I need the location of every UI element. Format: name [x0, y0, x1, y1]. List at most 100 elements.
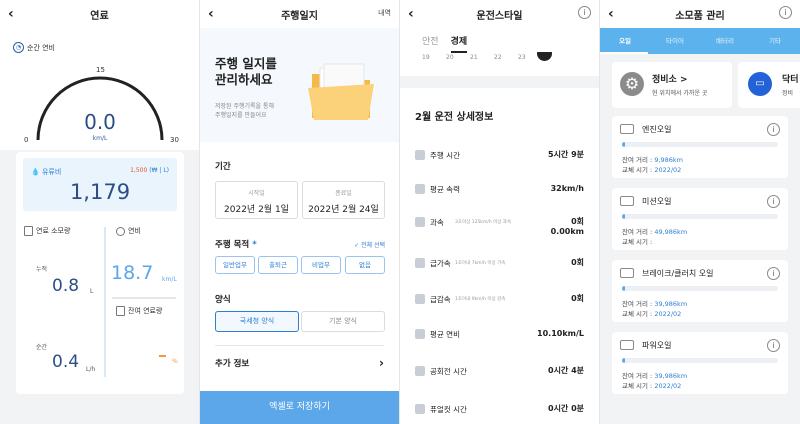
tab-etc[interactable]: 기타: [750, 28, 800, 54]
speeding-icon: [415, 217, 425, 227]
detail-row-rapid-decel: 급감속 1초이내 9km/h 이상 감속 0회: [415, 290, 584, 310]
detail-row-idle-time: 공회전 시간 0시간 4분: [415, 362, 584, 382]
consumables-header: ‹ 소모품 관리 i: [600, 0, 800, 28]
end-date-field[interactable]: 종료일 2022년 2월 24일: [302, 181, 385, 219]
chevron-right-icon: ›: [379, 356, 384, 370]
format-nts-button[interactable]: 국세청 양식: [215, 311, 299, 332]
date-item[interactable]: 21: [470, 54, 478, 61]
tab-battery[interactable]: 배터리: [700, 28, 750, 54]
efficiency-unit: km/L: [162, 276, 177, 283]
page-title: 운전스타일: [476, 10, 523, 22]
transmission-oil-card[interactable]: 미션오일 i 잔여 거리 : 49,986km 교체 시기 :: [612, 188, 788, 250]
tab-oil[interactable]: 오일: [600, 28, 650, 54]
tab-economy[interactable]: 경제: [450, 34, 468, 53]
speed-icon: [415, 184, 425, 194]
info-icon[interactable]: i: [578, 6, 591, 19]
back-arrow-icon[interactable]: ‹: [408, 6, 422, 22]
format-label: 양식: [215, 295, 231, 305]
gauge-tick-max: 30: [170, 136, 179, 144]
acceleration-icon: [415, 258, 425, 268]
power-oil-card[interactable]: 파워오일 i 잔여 거리 : 39,986km 교체 시기 : 2022/02: [612, 332, 788, 394]
cumulative-value: 0.8: [52, 276, 80, 296]
end-date-value: 2022년 2월 24일: [308, 205, 379, 215]
hero-description: 저장된 주행기록을 통해 주행일지를 만들어요: [215, 103, 275, 119]
page-title: 연료: [90, 10, 109, 22]
doctor-card[interactable]: ▭ 닥터 정비: [738, 62, 800, 108]
detail-row-avg-speed: 평균 속력 32km/h: [415, 180, 584, 200]
fuel-cost-value: 1,179: [69, 180, 131, 204]
date-item[interactable]: 19: [422, 54, 430, 61]
remaining-bar: [622, 358, 778, 363]
driving-log-screen: ‹ 주행일지 내역 주행 일지를 관리하세요 저장된 주행기록을 통해 주행일지…: [200, 0, 400, 424]
selected-date-marker[interactable]: [537, 52, 552, 61]
purpose-label: 주행 목적 *: [215, 240, 257, 250]
info-icon[interactable]: i: [779, 6, 792, 19]
save-excel-button[interactable]: 엑셀로 저장하기: [200, 391, 399, 424]
engine-oil-card[interactable]: 엔진오일 i 잔여 거리 : 9,986km 교체 시기 : 2022/02: [612, 116, 788, 178]
info-icon[interactable]: i: [767, 195, 780, 208]
hero-title: 주행 일지를 관리하세요: [215, 56, 277, 87]
remaining-bar: [622, 142, 778, 147]
start-date-value: 2022년 2월 1일: [224, 205, 289, 215]
detail-row-speeding: 과속 3초이상 125km/h 이상 과속 0회 0.00km: [415, 213, 584, 239]
remaining-distance: 잔여 거리 : 39,986km: [622, 300, 688, 308]
vertical-divider: [104, 227, 106, 377]
date-item[interactable]: 23: [518, 54, 526, 61]
select-all-button[interactable]: ✓ 전체 선택: [354, 240, 385, 249]
tab-safety[interactable]: 안전: [422, 34, 439, 53]
extra-info-row[interactable]: 추가 정보 ›: [215, 356, 384, 370]
cumulative-label: 누적: [36, 266, 48, 273]
page-title: 주행일지: [281, 10, 318, 22]
info-icon[interactable]: i: [767, 267, 780, 280]
format-basic-button[interactable]: 기본 양식: [301, 311, 385, 332]
date-item[interactable]: 20: [446, 54, 454, 61]
fuel-cut-icon: [415, 404, 425, 414]
fuel-tank-icon: [116, 306, 125, 316]
date-item[interactable]: 22: [494, 54, 502, 61]
purpose-chip-nonbusiness[interactable]: 비업무: [301, 256, 341, 274]
info-icon[interactable]: i: [767, 123, 780, 136]
purpose-chip-business[interactable]: 일반업무: [215, 256, 255, 274]
divider: [215, 345, 384, 346]
remaining-fuel-unit: %: [172, 358, 178, 365]
clock-icon: [415, 150, 425, 160]
gear-icon: ⚙: [620, 72, 644, 96]
repair-shop-card[interactable]: ⚙ 정비소 > 현 위치에서 가까운 곳: [612, 62, 732, 108]
log-hero: 주행 일지를 관리하세요 저장된 주행기록을 통해 주행일지를 만들어요: [200, 28, 399, 142]
fuel-stats-card: 💧 유류비 1,500 (₩ | L) 1,179 연료 소모량 연비 누적 0…: [16, 152, 184, 394]
remaining-distance: 잔여 거리 : 9,986km: [622, 156, 684, 164]
back-arrow-icon[interactable]: ‹: [608, 6, 622, 22]
fuel-pump-icon: [24, 226, 33, 236]
purpose-chip-none[interactable]: 없음: [345, 256, 385, 274]
folder-icon: [308, 63, 374, 120]
consumption-label: 연료 소모량: [24, 226, 70, 236]
detail-row-fuelcut-time: 퓨얼컷 시간 0시간 0분: [415, 400, 584, 420]
start-date-field[interactable]: 시작일 2022년 2월 1일: [215, 181, 298, 219]
detail-title: 2월 운전 상세정보: [415, 112, 494, 123]
purpose-chip-commute[interactable]: 출퇴근: [258, 256, 298, 274]
gauge-value: 0.0: [84, 110, 116, 134]
brake-clutch-oil-card[interactable]: 브레이크/클러치 오일 i 잔여 거리 : 39,986km 교체 시기 : 2…: [612, 260, 788, 322]
info-icon[interactable]: i: [767, 339, 780, 352]
fuel-pump-icon: [415, 329, 425, 339]
clock-icon: [116, 226, 125, 236]
deceleration-icon: [415, 294, 425, 304]
instant-efficiency-section: ◔ 순간 연비 15 0 30 0.0 km/L: [0, 28, 199, 150]
date-strip[interactable]: 19 20 21 22 23: [400, 52, 599, 64]
end-date-label: 종료일: [335, 190, 352, 197]
tab-tire[interactable]: 타이어: [650, 28, 700, 54]
active-tab-indicator: [600, 52, 648, 54]
detail-row-avg-efficiency: 평균 연비 10.10km/L: [415, 325, 584, 345]
history-link[interactable]: 내역: [378, 8, 391, 18]
back-arrow-icon[interactable]: ‹: [8, 6, 22, 22]
period-label: 기간: [215, 162, 231, 172]
back-arrow-icon[interactable]: ‹: [208, 6, 222, 22]
horizontal-divider: [112, 297, 176, 299]
consumables-screen: ‹ 소모품 관리 i 오일 타이어 배터리 기타 ⚙ 정비소 > 현 위치에서 …: [600, 0, 800, 424]
idle-icon: [415, 366, 425, 376]
fuel-price: 1,500 (₩ | L): [130, 167, 169, 174]
replace-date: 교체 시기 :: [622, 238, 653, 246]
gauge-tick-min: 0: [24, 136, 29, 144]
replace-date: 교체 시기 : 2022/02: [622, 310, 682, 318]
instant-consumption-value: 0.4: [52, 352, 80, 372]
